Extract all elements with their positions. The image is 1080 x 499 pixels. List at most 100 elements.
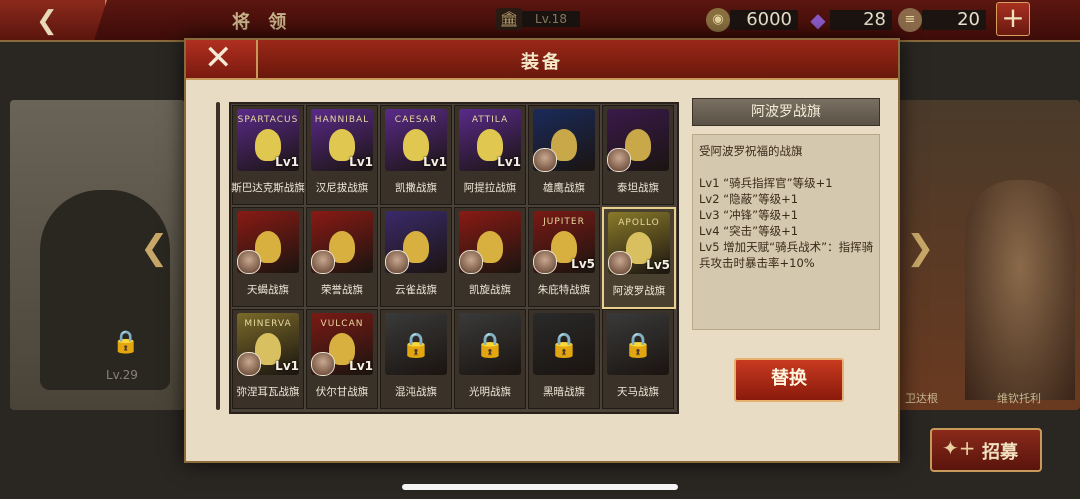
banner-level: Lv5 [571,257,595,271]
general-portrait-icon [311,352,335,376]
general-silhouette [40,190,170,390]
banner-slot[interactable]: JUPITER Lv5 朱庇特战旗 [528,207,600,307]
banner-name: 黑暗战旗 [543,386,585,398]
banner-level: Lv1 [275,359,299,373]
effect-line: Lv4 “突击”等级+1 [699,224,799,238]
general-portrait-icon [237,352,261,376]
banner-slot[interactable]: VULCAN Lv1 伏尔甘战旗 [306,309,378,409]
banner-slot[interactable]: MINERVA Lv1 弥涅耳瓦战旗 [232,309,304,409]
banner-slot[interactable]: APOLLO Lv5 阿波罗战旗 [602,207,676,309]
banner-name: 朱庇特战旗 [537,284,591,296]
detail-title: 阿波罗战旗 [692,98,880,126]
banner-name: 泰坦战旗 [617,182,659,194]
banner-slot[interactable]: 天蝎战旗 [232,207,304,307]
banner-slot[interactable]: ATTILA Lv1 阿提拉战旗 [454,105,526,205]
bank-icon: 🏛 [496,8,522,30]
next-arrow-icon[interactable]: ❯ [906,228,935,268]
banner-level: Lv1 [349,155,373,169]
back-arrow-icon: ❮ [36,6,58,36]
banner-slot[interactable]: 泰坦战旗 [602,105,674,205]
banner-slot[interactable]: 凯旋战旗 [454,207,526,307]
banner-slot[interactable]: 🔒 光明战旗 [454,309,526,409]
effect-line: Lv1 “骑兵指挥官”等级+1 [699,176,833,190]
general-portrait-icon [607,148,631,172]
banner-inscription: SPARTACUS [237,115,299,125]
close-button[interactable]: ✕ [186,38,258,78]
banner-inscription: VULCAN [320,319,364,329]
general-portrait-icon [459,250,483,274]
scrollbar[interactable] [216,102,220,410]
detail-effects: Lv1 “骑兵指挥官”等级+1 Lv2 “隐蔽”等级+1 Lv3 “冲锋”等级+… [699,175,877,271]
banner-slot[interactable]: SPARTACUS Lv1 斯巴达克斯战旗 [231,105,305,205]
coin-icon: ◉ [706,8,730,32]
lock-icon: 🔒 [401,331,431,359]
plus-icon: + [1001,1,1025,34]
banner-level: Lv1 [497,155,521,169]
food-value: 20 [922,10,986,30]
banner-slot[interactable]: 云雀战旗 [380,207,452,307]
lock-icon: 🔒 [475,331,505,359]
banner-inscription: HANNIBAL [314,115,370,125]
banner-slot[interactable]: HANNIBAL Lv1 汉尼拔战旗 [306,105,378,205]
detail-description: 受阿波罗祝福的战旗 [699,144,803,158]
left-general-level: Lv.29 [106,368,138,382]
recruit-label: 招募 [982,442,1018,463]
effect-line: Lv3 “冲锋”等级+1 [699,208,799,222]
modal-title: 装备 [521,52,563,73]
home-indicator [402,484,678,490]
page-title: 将 领 [232,12,293,33]
locked-banner-icon: 🔒 [533,313,595,375]
lock-icon: 🔒 [112,330,140,355]
general-portrait-icon [608,251,632,275]
banner-name: 阿波罗战旗 [612,285,666,297]
banner-slot[interactable]: 🔒 天马战旗 [602,309,674,409]
top-bar: ❮ 将 领 🏛 Lv.18 ◉ 6000 ◆ 28 ≡ 20 + [0,0,1080,42]
banner-level: Lv1 [275,155,299,169]
banner-name: 光明战旗 [469,386,511,398]
level-label: Lv.18 [522,11,580,27]
banner-grid: SPARTACUS Lv1 斯巴达克斯战旗 HANNIBAL Lv1 汉尼拔战旗 CAESA… [229,102,679,414]
banner-inscription: APOLLO [618,218,660,228]
general-portrait-icon [533,148,557,172]
banner-inscription: JUPITER [543,217,585,227]
banner-name: 斯巴达克斯战旗 [231,182,305,194]
locked-banner-icon: 🔒 [385,313,447,375]
banner-name: 天蝎战旗 [247,284,289,296]
banner-slot[interactable]: 雄鹰战旗 [528,105,600,205]
lock-icon: 🔒 [623,331,653,359]
banner-slot[interactable]: 🔒 混沌战旗 [380,309,452,409]
banner-name: 弥涅耳瓦战旗 [236,386,300,398]
replace-button[interactable]: 替换 [734,358,844,402]
detail-panel: 受阿波罗祝福的战旗 Lv1 “骑兵指挥官”等级+1 Lv2 “隐蔽”等级+1 L… [692,134,880,330]
gem-value: 28 [830,10,892,30]
effect-line: Lv2 “隐蔽”等级+1 [699,192,799,206]
banner-name: 凯撒战旗 [395,182,437,194]
locked-banner-icon: 🔒 [459,313,521,375]
banner-slot[interactable]: 🔒 黑暗战旗 [528,309,600,409]
banner-level: Lv1 [349,359,373,373]
banner-name: 阿提拉战旗 [463,182,517,194]
banner-slot[interactable]: 荣誉战旗 [306,207,378,307]
food-icon: ≡ [898,8,922,32]
recruit-button[interactable]: ✦+ 招募 [930,428,1042,472]
general-name-2: 维钦托利 [997,392,1041,405]
back-button[interactable]: ❮ [0,0,107,40]
general-portrait-icon [385,250,409,274]
equipment-modal: 装备 ✕ SPARTACUS Lv1 斯巴达克斯战旗 HANNIBAL Lv1 汉尼拔战旗… [184,38,900,463]
banner-name: 伏尔甘战旗 [315,386,369,398]
general-portrait-icon [311,250,335,274]
general-portrait-icon [237,250,261,274]
plus-button[interactable]: + [996,2,1030,36]
previous-arrow-icon[interactable]: ❮ [140,228,169,268]
banner-inscription: CAESAR [394,115,438,125]
general-portrait-icon [533,250,557,274]
locked-banner-icon: 🔒 [607,313,669,375]
banner-inscription: ATTILA [471,115,509,125]
warrior-portrait [965,180,1075,400]
effect-line: Lv5 增加天赋“骑兵战术”：指挥骑兵攻击时暴击率+10% [699,240,874,270]
banner-name: 云雀战旗 [395,284,437,296]
gold-value: 6000 [730,10,798,30]
banner-inscription: MINERVA [244,319,292,329]
banner-slot[interactable]: CAESAR Lv1 凯撒战旗 [380,105,452,205]
banner-name: 天马战旗 [617,386,659,398]
